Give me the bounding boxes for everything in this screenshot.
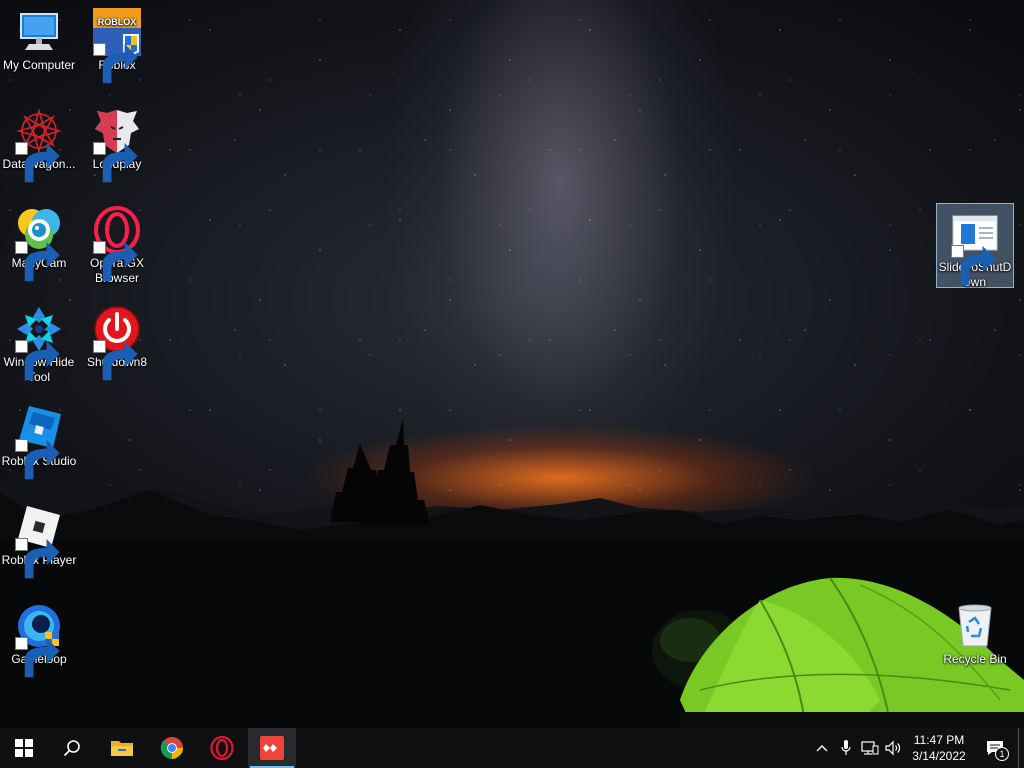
desktop-icon-shutdown8[interactable]: Shutdown8 (78, 305, 156, 381)
roblox-icon: ROBLOX (93, 8, 141, 84)
windows-start-icon (15, 739, 33, 757)
power-icon (93, 305, 141, 381)
taskbar-anydesk[interactable] (248, 728, 296, 768)
chevron-up-icon (816, 745, 828, 752)
search-icon (63, 740, 80, 757)
slidetoshutdown-icon (951, 210, 999, 286)
taskbar-file-explorer[interactable] (98, 728, 146, 768)
tray-show-hidden[interactable] (810, 728, 834, 768)
search-button[interactable] (48, 728, 96, 768)
taskbar-chrome[interactable] (148, 728, 196, 768)
desktop-icon-recycle-bin[interactable]: Recycle Bin (936, 602, 1014, 667)
shortcut-arrow-icon (15, 637, 60, 678)
shortcut-arrow-icon (15, 241, 60, 282)
window-hide-tool-icon (15, 305, 63, 381)
shortcut-arrow-icon (951, 245, 996, 286)
notification-count-badge: 1 (995, 747, 1009, 761)
action-center-button[interactable]: 1 (978, 728, 1012, 768)
desktop-icon-my-computer[interactable]: My Computer (0, 8, 78, 73)
shortcut-arrow-icon (15, 538, 60, 579)
desktop-icon-window-hide-tool[interactable]: Window Hide Tool (0, 305, 78, 385)
clock-date: 3/14/2022 (912, 749, 966, 763)
desktop-icon-opera-gx[interactable]: Opera GX Browser (78, 206, 156, 286)
desktop[interactable]: My Computer DataWagon... ManyCam Window … (0, 0, 1024, 728)
desktop-icon-roblox-player[interactable]: Roblox Player (0, 503, 78, 579)
shortcut-arrow-icon (15, 340, 60, 381)
desktop-icon-manycam[interactable]: ManyCam (0, 206, 78, 282)
file-explorer-icon (111, 741, 133, 756)
opera-icon (210, 736, 234, 760)
shortcut-arrow-icon (93, 340, 138, 381)
icon-label: My Computer (2, 58, 76, 72)
opera-gx-icon (93, 206, 141, 282)
roblox-studio-icon (15, 404, 63, 480)
tray-microphone[interactable] (834, 728, 858, 768)
network-icon (861, 741, 879, 755)
desktop-icon-gameloop[interactable]: Gameloop (0, 602, 78, 678)
clock-time: 11:47 PM (913, 733, 965, 747)
desktop-icon-roblox[interactable]: ROBLOX Roblox (78, 8, 156, 84)
taskbar-clock[interactable]: 11:47 PM 3/14/2022 (908, 728, 970, 768)
desktop-icon-datawagon[interactable]: DataWagon... (0, 107, 78, 183)
loudplay-icon (93, 107, 141, 183)
roblox-player-icon (15, 503, 63, 579)
shortcut-arrow-icon (93, 43, 138, 84)
desktop-icon-loudplay[interactable]: Loudplay (78, 107, 156, 183)
microphone-icon (841, 740, 851, 755)
recycle-bin-icon (951, 602, 999, 650)
manycam-icon (15, 206, 63, 282)
shortcut-arrow-icon (15, 439, 60, 480)
taskbar-opera[interactable] (198, 728, 246, 768)
tray-network[interactable] (858, 728, 882, 768)
show-desktop-button[interactable] (1018, 728, 1024, 768)
start-button[interactable] (0, 728, 48, 768)
icon-label: Recycle Bin (943, 652, 1007, 666)
anydesk-icon (260, 736, 284, 760)
volume-icon (885, 740, 901, 756)
gameloop-icon (15, 602, 63, 678)
shortcut-arrow-icon (93, 142, 138, 183)
shortcut-arrow-icon (93, 241, 138, 282)
computer-icon (15, 8, 63, 56)
roblox-logo-text: ROBLOX (98, 17, 137, 27)
taskbar: 11:47 PM 3/14/2022 1 (0, 728, 1024, 768)
chrome-icon (160, 737, 183, 759)
desktop-icon-roblox-studio[interactable]: Roblox Studio (0, 404, 78, 480)
tray-volume[interactable] (882, 728, 906, 768)
datawagon-icon (15, 107, 63, 183)
shortcut-arrow-icon (15, 142, 60, 183)
desktop-icon-slidetoshutdown[interactable]: SlideToShutDown (936, 203, 1014, 289)
